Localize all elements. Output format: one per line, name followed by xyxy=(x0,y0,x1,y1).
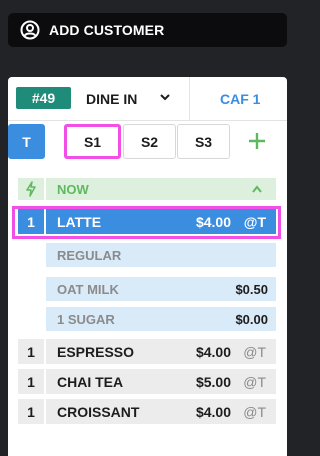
item-price: $5.00 xyxy=(195,374,231,390)
course-fire-cell[interactable] xyxy=(18,178,44,200)
seat-tab-s3[interactable]: S3 xyxy=(177,124,230,159)
selection-highlight xyxy=(12,206,281,239)
item-quantity: 1 xyxy=(18,399,44,424)
chevron-up-icon[interactable] xyxy=(251,184,263,194)
seat-tab-s2[interactable]: S2 xyxy=(123,124,176,159)
chevron-down-icon[interactable] xyxy=(158,90,172,104)
modifier-row[interactable]: OAT MILK $0.50 xyxy=(46,277,276,301)
modifier-row[interactable]: 1 SUGAR $0.00 xyxy=(46,307,276,331)
item-name: ESPRESSO xyxy=(57,344,135,360)
item-tax-code: @T xyxy=(243,344,266,360)
modifier-price: $0.50 xyxy=(235,282,268,297)
service-type-select[interactable]: DINE IN xyxy=(86,91,137,107)
item-bar: CHAI TEA $5.00 @T xyxy=(46,369,276,394)
item-quantity: 1 xyxy=(18,369,44,394)
location-button[interactable]: CAF 1 xyxy=(220,91,260,107)
modifier-price: $0.00 xyxy=(235,312,268,327)
user-icon xyxy=(20,20,40,40)
modifier-name: OAT MILK xyxy=(57,282,119,297)
item-bar: CROISSANT $4.00 @T xyxy=(46,399,276,424)
seat-tab-s1[interactable]: S1 xyxy=(64,124,121,159)
add-seat-plus-icon[interactable] xyxy=(246,130,268,152)
order-item-chai-tea[interactable]: 1 CHAI TEA $5.00 @T xyxy=(18,369,276,394)
course-label: NOW xyxy=(57,182,89,197)
top-bar: ADD CUSTOMER xyxy=(0,0,297,64)
modifier-row[interactable]: REGULAR xyxy=(46,243,276,267)
header-separator xyxy=(8,120,287,121)
seat-tab-table[interactable]: T xyxy=(8,124,45,159)
add-customer-button[interactable]: ADD CUSTOMER xyxy=(8,13,287,47)
header-divider xyxy=(189,77,190,120)
order-item-croissant[interactable]: 1 CROISSANT $4.00 @T xyxy=(18,399,276,424)
item-price: $4.00 xyxy=(195,344,231,360)
add-customer-label: ADD CUSTOMER xyxy=(49,22,165,38)
item-price: $4.00 xyxy=(195,404,231,420)
order-panel: #49 DINE IN CAF 1 T S1 S2 S3 NOW 1 LATTE… xyxy=(8,77,287,456)
course-header-now[interactable]: NOW xyxy=(18,178,276,200)
item-name: CHAI TEA xyxy=(57,374,124,390)
lightning-icon xyxy=(26,181,36,197)
course-bar[interactable]: NOW xyxy=(46,178,276,200)
item-quantity: 1 xyxy=(18,339,44,364)
modifier-name: 1 SUGAR xyxy=(57,312,115,327)
item-name: CROISSANT xyxy=(57,404,140,420)
modifier-name: REGULAR xyxy=(57,248,122,263)
item-tax-code: @T xyxy=(243,374,266,390)
item-tax-code: @T xyxy=(243,404,266,420)
order-number-badge[interactable]: #49 xyxy=(16,87,71,109)
item-bar: ESPRESSO $4.00 @T xyxy=(46,339,276,364)
order-item-espresso[interactable]: 1 ESPRESSO $4.00 @T xyxy=(18,339,276,364)
